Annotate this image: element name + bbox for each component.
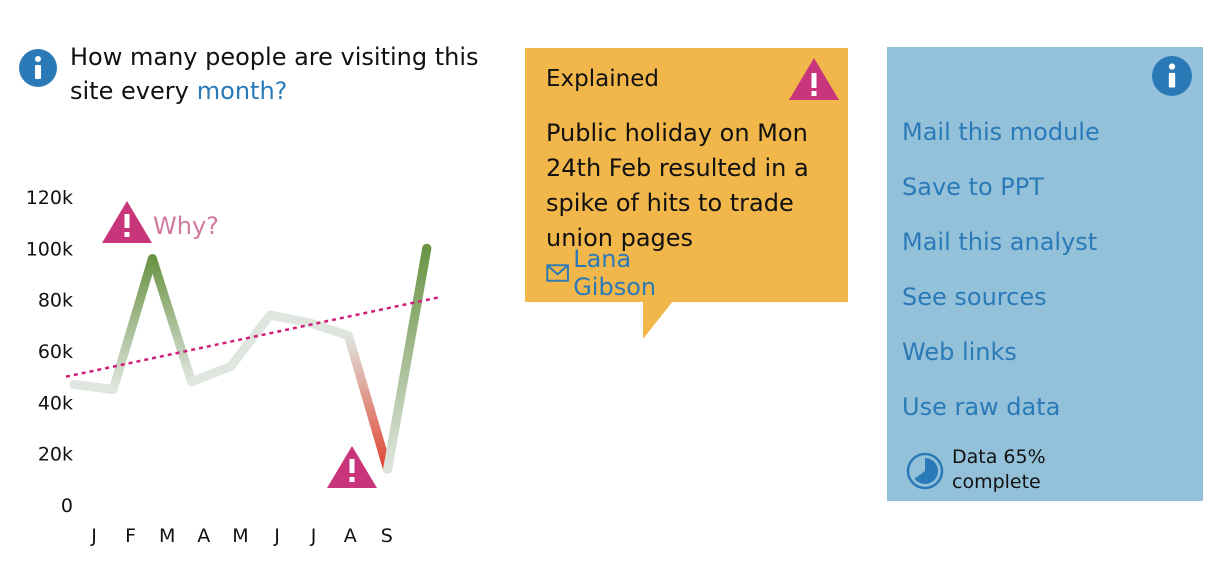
y-tick-label: 80k <box>38 290 73 312</box>
callout-title: Explained <box>546 66 659 92</box>
series-segment-dip <box>343 331 393 474</box>
series-segment <box>265 310 314 328</box>
annotations: Why? <box>102 201 377 488</box>
y-tick-label: 40k <box>38 392 73 414</box>
progress-line-2: complete <box>952 471 1041 493</box>
warning-icon[interactable] <box>102 201 152 243</box>
x-tick-label: J <box>310 525 317 547</box>
x-tick-label: F <box>125 525 136 547</box>
web-links-link[interactable]: Web links <box>902 333 1100 388</box>
raw-data-link[interactable]: Use raw data <box>902 388 1100 443</box>
annotation-label[interactable]: Why? <box>153 212 219 240</box>
x-axis: JFMAMJJAS <box>90 525 393 547</box>
series-line <box>69 243 432 474</box>
x-tick-label: M <box>232 525 248 547</box>
series-segment-rise <box>383 243 432 474</box>
mail-icon <box>546 264 569 282</box>
y-tick-label: 20k <box>38 444 73 466</box>
warning-icon[interactable] <box>327 446 377 488</box>
mail-analyst-link[interactable]: Mail this analyst <box>902 223 1100 278</box>
x-tick-label: J <box>273 525 280 547</box>
mail-module-link[interactable]: Mail this module <box>902 113 1100 168</box>
data-completeness: Data 65% complete <box>905 445 1165 495</box>
callout-body: Public holiday on Mon 24th Feb resulted … <box>546 119 809 252</box>
save-ppt-link[interactable]: Save to PPT <box>902 168 1100 223</box>
progress-line-1: Data 65% <box>952 446 1046 468</box>
callout-pointer <box>643 301 673 339</box>
chart-question: How many people are visiting this site e… <box>70 40 490 108</box>
see-sources-link[interactable]: See sources <box>902 278 1100 333</box>
series-segment <box>226 310 275 371</box>
y-tick-label: 120k <box>26 187 73 209</box>
series-segment <box>187 361 236 387</box>
progress-label: Data 65% complete <box>952 445 1046 495</box>
series-segment <box>147 254 197 387</box>
y-tick-label: 0 <box>61 495 73 517</box>
month-link[interactable]: month? <box>197 77 288 105</box>
info-icon[interactable] <box>1151 55 1193 97</box>
x-tick-label: J <box>90 525 97 547</box>
x-tick-label: S <box>381 525 393 547</box>
series-segment <box>108 254 157 394</box>
series-segment <box>304 318 353 341</box>
y-tick-label: 100k <box>26 238 73 260</box>
x-tick-label: A <box>197 525 210 547</box>
y-tick-label: 60k <box>38 341 73 363</box>
info-icon[interactable] <box>18 48 58 88</box>
contact-name: Lana Gibson <box>573 245 657 301</box>
x-tick-label: A <box>344 525 357 547</box>
actions-menu: Mail this module Save to PPT Mail this a… <box>902 113 1100 443</box>
y-axis: 0 20k 40k 60k 80k 100k 120k <box>26 187 73 517</box>
contact-link[interactable]: Lana Gibson <box>546 245 669 301</box>
series-segment <box>69 379 118 394</box>
actions-panel: Mail this module Save to PPT Mail this a… <box>887 47 1203 501</box>
line-chart: 020k40k60k80k100k120k JFMAMJJAS Why? <box>26 187 441 547</box>
warning-icon <box>789 58 839 100</box>
x-tick-label: M <box>159 525 175 547</box>
pie-progress-icon <box>906 452 944 490</box>
